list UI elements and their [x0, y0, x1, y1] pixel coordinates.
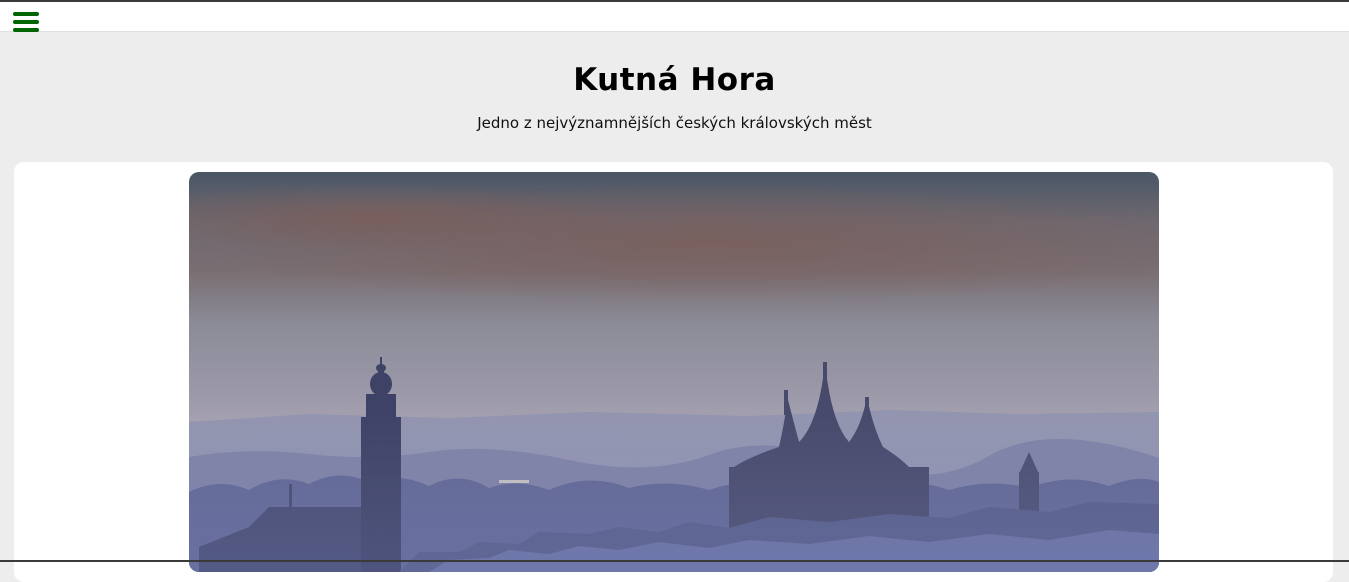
content-card [14, 162, 1333, 582]
page-title: Kutná Hora [573, 62, 776, 98]
city-skyline-photo [189, 172, 1159, 572]
top-bar [0, 0, 1349, 31]
page-subtitle: Jedno z nejvýznamnějších českých královs… [477, 114, 872, 132]
menu-bar-line [13, 20, 39, 24]
menu-bar-line [13, 12, 39, 16]
page-header: Kutná Hora Jedno z nejvýznamnějších česk… [0, 31, 1349, 133]
